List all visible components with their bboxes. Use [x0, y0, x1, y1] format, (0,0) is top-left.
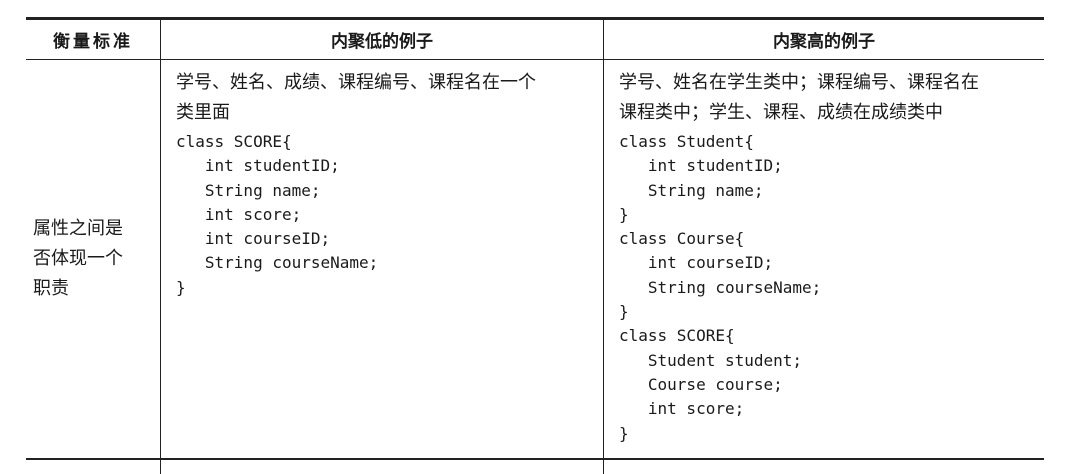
code-line: } — [619, 423, 629, 443]
high-cohesion-code: class Student{ int studentID; String nam… — [619, 130, 1039, 446]
low-cohesion-code: class SCORE{ int studentID; String name;… — [176, 130, 598, 300]
code-line: int score; — [176, 204, 302, 224]
column-divider-1 — [160, 18, 161, 474]
code-line: int score; — [619, 399, 745, 419]
code-line: class SCORE{ — [176, 132, 292, 151]
code-line: class Student{ — [619, 132, 754, 151]
code-line: String name; — [619, 180, 764, 200]
criterion-line: 职责 — [33, 278, 69, 299]
code-line: int courseID; — [176, 229, 331, 249]
header-high-cohesion: 内聚高的例子 — [773, 32, 875, 52]
description-line: 学号、姓名在学生类中；课程编号、课程名在 — [619, 72, 979, 93]
code-line: String name; — [176, 180, 321, 200]
code-line: } — [619, 204, 629, 224]
criterion-line: 否体现一个 — [33, 248, 123, 269]
high-cohesion-description: 学号、姓名在学生类中；课程编号、课程名在 课程类中；学生、课程、成绩在成绩类中 — [619, 68, 1039, 128]
table-bottom-rule — [26, 458, 1044, 460]
column-divider-2 — [603, 18, 604, 474]
criterion-line: 属性之间是 — [33, 218, 123, 239]
high-cohesion-cell: 学号、姓名在学生类中；课程编号、课程名在 课程类中；学生、课程、成绩在成绩类中 … — [619, 68, 1039, 446]
header-criterion: 衡量标准 — [53, 32, 133, 52]
code-line: String courseName; — [619, 277, 822, 297]
low-cohesion-cell: 学号、姓名、成绩、课程编号、课程名在一个 类里面 class SCORE{ in… — [176, 68, 598, 300]
code-line: } — [619, 302, 629, 322]
cohesion-table: 衡量标准 内聚低的例子 内聚高的例子 属性之间是 否体现一个 职责 学号、姓名、… — [0, 0, 1090, 474]
description-line: 课程类中；学生、课程、成绩在成绩类中 — [619, 102, 943, 123]
code-line: Student student; — [619, 350, 803, 370]
code-line: class Course{ — [619, 229, 745, 249]
description-line: 学号、姓名、成绩、课程编号、课程名在一个 — [176, 72, 536, 93]
code-line: int courseID; — [619, 253, 774, 273]
low-cohesion-description: 学号、姓名、成绩、课程编号、课程名在一个 类里面 — [176, 68, 598, 128]
criterion-cell: 属性之间是 否体现一个 职责 — [33, 214, 158, 304]
code-line: int studentID; — [176, 156, 340, 176]
description-line: 类里面 — [176, 102, 230, 123]
header-divider — [26, 59, 1044, 60]
code-line: String courseName; — [176, 253, 379, 273]
header-low-cohesion: 内聚低的例子 — [331, 32, 433, 52]
code-line: Course course; — [619, 374, 783, 394]
code-line: int studentID; — [619, 156, 783, 176]
code-line: class SCORE{ — [619, 326, 735, 346]
code-line: } — [176, 277, 186, 297]
